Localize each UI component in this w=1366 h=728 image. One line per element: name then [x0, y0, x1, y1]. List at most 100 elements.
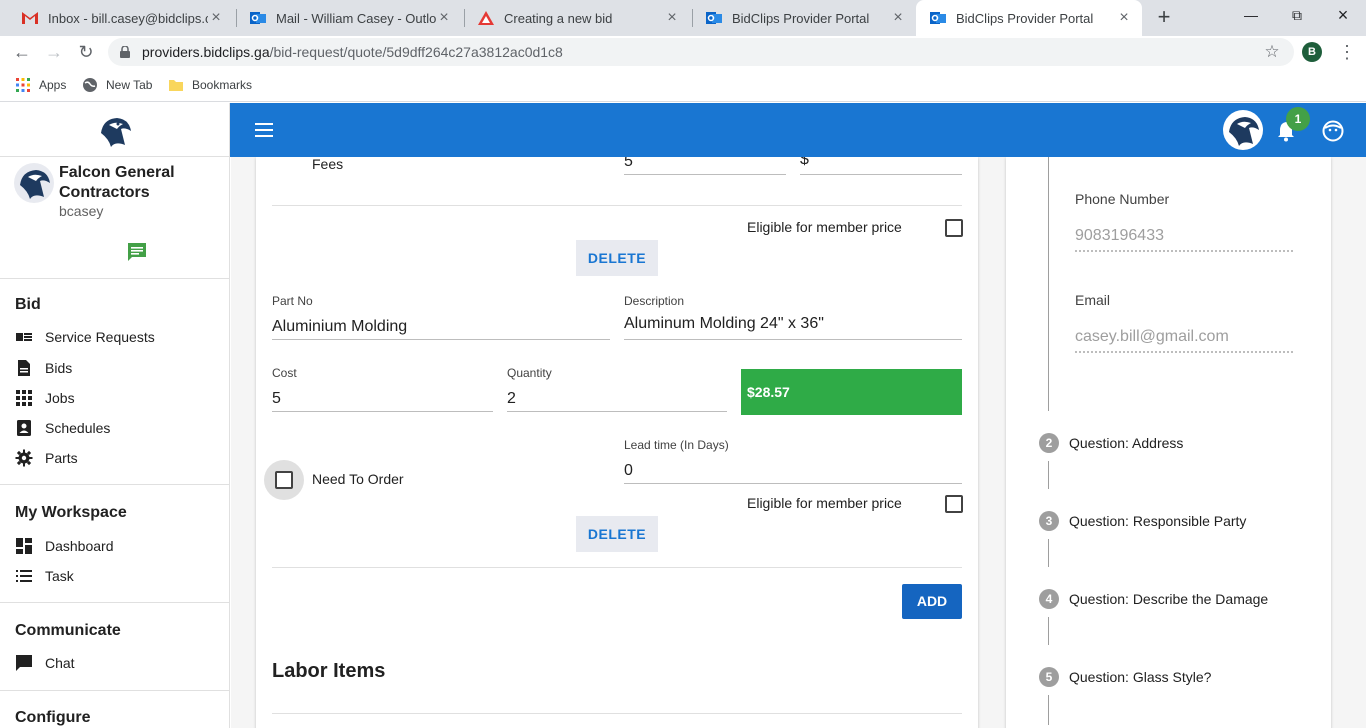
sidebar-item-task[interactable]: Task — [15, 565, 74, 587]
bookmark-new-tab[interactable]: New Tab — [82, 76, 152, 94]
minimize-icon[interactable]: — — [1228, 0, 1274, 30]
account-face-icon[interactable] — [1322, 120, 1344, 142]
member-price-label: Eligible for member price — [747, 495, 902, 511]
company-logo-avatar[interactable] — [1223, 110, 1263, 150]
labor-items-title: Labor Items — [272, 660, 386, 682]
falcon-logo-icon — [1229, 117, 1259, 146]
url-path: /bid-request/quote/5d9dff264c27a3812ac0d… — [269, 44, 563, 60]
browser-tab-bar: Inbox - bill.casey@bidclips.com × Mail -… — [0, 0, 1366, 36]
close-icon[interactable]: × — [1116, 10, 1132, 26]
bookmark-star-icon[interactable]: ☆ — [1260, 40, 1284, 64]
step-number: 5 — [1039, 667, 1059, 687]
reload-icon[interactable]: ↻ — [74, 40, 98, 64]
lock-icon — [120, 45, 132, 58]
sidebar-item-label: Service Requests — [45, 329, 155, 345]
step-number: 3 — [1039, 511, 1059, 531]
cost-input[interactable]: 5 — [272, 390, 281, 408]
member-price-checkbox[interactable] — [945, 495, 963, 513]
gmail-icon — [22, 10, 38, 26]
delete-part-button[interactable]: DELETE — [576, 516, 658, 552]
add-part-button[interactable]: ADD — [902, 584, 962, 619]
browser-tab-outlook[interactable]: Mail - William Casey - Outlook × — [236, 0, 462, 36]
bookmark-apps[interactable]: Apps — [15, 76, 66, 94]
sidebar-item-label: Jobs — [45, 390, 75, 406]
sidebar-item-label: Schedules — [45, 420, 111, 436]
company-avatar — [14, 163, 54, 203]
sidebar-item-dashboard[interactable]: Dashboard — [15, 535, 114, 557]
sidebar-item-label: Chat — [45, 655, 75, 671]
sidebar-item-jobs[interactable]: Jobs — [15, 387, 75, 409]
fees-unit-select[interactable]: $ — [800, 157, 809, 169]
browser-toolbar: ← → ↻ providers.bidclips.ga/bid-request/… — [0, 36, 1366, 68]
sidebar-item-schedules[interactable]: Schedules — [15, 417, 110, 439]
quantity-input[interactable]: 2 — [507, 390, 516, 408]
url-host: providers.bidclips.ga — [142, 44, 270, 60]
browser-tab-bidclips-active[interactable]: BidClips Provider Portal × — [916, 0, 1142, 36]
message-icon[interactable] — [126, 241, 148, 263]
browser-tab-bidclips-1[interactable]: BidClips Provider Portal × — [692, 0, 916, 36]
member-price-label: Eligible for member price — [747, 219, 902, 235]
tab-title: Creating a new bid — [504, 10, 613, 26]
main-content: Fees 5 $ Eligible for member price DELET… — [231, 157, 1366, 728]
section-title-communicate: Communicate — [15, 622, 121, 639]
back-arrow-icon[interactable]: ← — [10, 40, 34, 64]
tab-title: BidClips Provider Portal — [956, 10, 1094, 26]
description-input[interactable]: Aluminum Molding 24" x 36" — [624, 315, 824, 333]
address-bar[interactable]: providers.bidclips.ga/bid-request/quote/… — [108, 38, 1294, 66]
forward-arrow-icon[interactable]: → — [42, 40, 66, 64]
sidebar-item-label: Dashboard — [45, 538, 114, 554]
close-icon[interactable]: × — [890, 10, 906, 26]
service-requests-icon — [16, 333, 32, 341]
step-number: 4 — [1039, 589, 1059, 609]
email-value: casey.bill@gmail.com — [1075, 328, 1229, 345]
step-question-describe-damage[interactable]: Question: Describe the Damage — [1069, 591, 1268, 607]
step-question-address[interactable]: Question: Address — [1069, 435, 1183, 451]
need-to-order-checkbox[interactable] — [275, 471, 293, 489]
close-icon[interactable]: × — [208, 10, 224, 26]
part-total-price: $28.57 — [741, 369, 962, 415]
bookmarks-bar: Apps New Tab Bookmarks — [0, 68, 1366, 102]
parts-form-card: Fees 5 $ Eligible for member price DELET… — [256, 157, 978, 728]
restore-icon[interactable]: ⧉ — [1274, 0, 1320, 30]
lead-time-label: Lead time (In Days) — [624, 438, 729, 452]
bookmark-folder[interactable]: Bookmarks — [168, 76, 252, 94]
sidebar-item-bids[interactable]: Bids — [15, 357, 72, 379]
bookmark-label: Apps — [39, 78, 67, 92]
close-icon[interactable]: × — [664, 10, 680, 26]
close-icon[interactable]: × — [436, 10, 452, 26]
tab-title: Mail - William Casey - Outlook — [276, 10, 436, 26]
phone-value: 9083196433 — [1075, 227, 1164, 244]
fees-input[interactable]: 5 — [624, 157, 633, 171]
browser-tab-creating-bid[interactable]: Creating a new bid × — [464, 0, 690, 36]
sidebar-item-label: Bids — [45, 360, 73, 376]
bookmark-label: New Tab — [106, 78, 153, 92]
delete-part-button[interactable]: DELETE — [576, 240, 658, 276]
lead-time-input[interactable]: 0 — [624, 462, 633, 480]
menu-icon[interactable] — [254, 120, 274, 140]
new-tab-plus-icon[interactable]: + — [1152, 6, 1176, 30]
step-question-glass-style[interactable]: Question: Glass Style? — [1069, 669, 1211, 685]
sidebar-item-service-requests[interactable]: Service Requests — [15, 326, 155, 348]
step-question-responsible-party[interactable]: Question: Responsible Party — [1069, 513, 1246, 529]
window-close-icon[interactable]: × — [1320, 0, 1366, 30]
sidebar-item-parts[interactable]: Parts — [15, 447, 78, 469]
browser-tab-gmail[interactable]: Inbox - bill.casey@bidclips.com × — [8, 0, 234, 36]
phone-label: Phone Number — [1075, 191, 1170, 207]
app-header: 1 — [230, 103, 1366, 157]
description-label: Description — [624, 294, 685, 308]
folder-icon — [169, 80, 183, 91]
falcon-logo-icon[interactable] — [95, 111, 135, 151]
document-icon — [18, 360, 30, 376]
need-to-order-label: Need To Order — [312, 471, 404, 487]
member-price-checkbox[interactable] — [945, 219, 963, 237]
tab-title: Inbox - bill.casey@bidclips.com — [48, 10, 208, 26]
step-number: 2 — [1039, 433, 1059, 453]
more-menu-icon[interactable]: ⋮ — [1338, 40, 1356, 64]
part-no-input[interactable]: Aluminium Molding — [272, 318, 407, 336]
fees-label: Fees — [312, 157, 344, 172]
section-title-my-workspace: My Workspace — [15, 504, 127, 521]
chat-icon — [16, 655, 32, 671]
sidebar-item-chat[interactable]: Chat — [15, 652, 75, 674]
profile-avatar[interactable]: B — [1302, 42, 1322, 62]
notification-badge: 1 — [1286, 107, 1310, 131]
